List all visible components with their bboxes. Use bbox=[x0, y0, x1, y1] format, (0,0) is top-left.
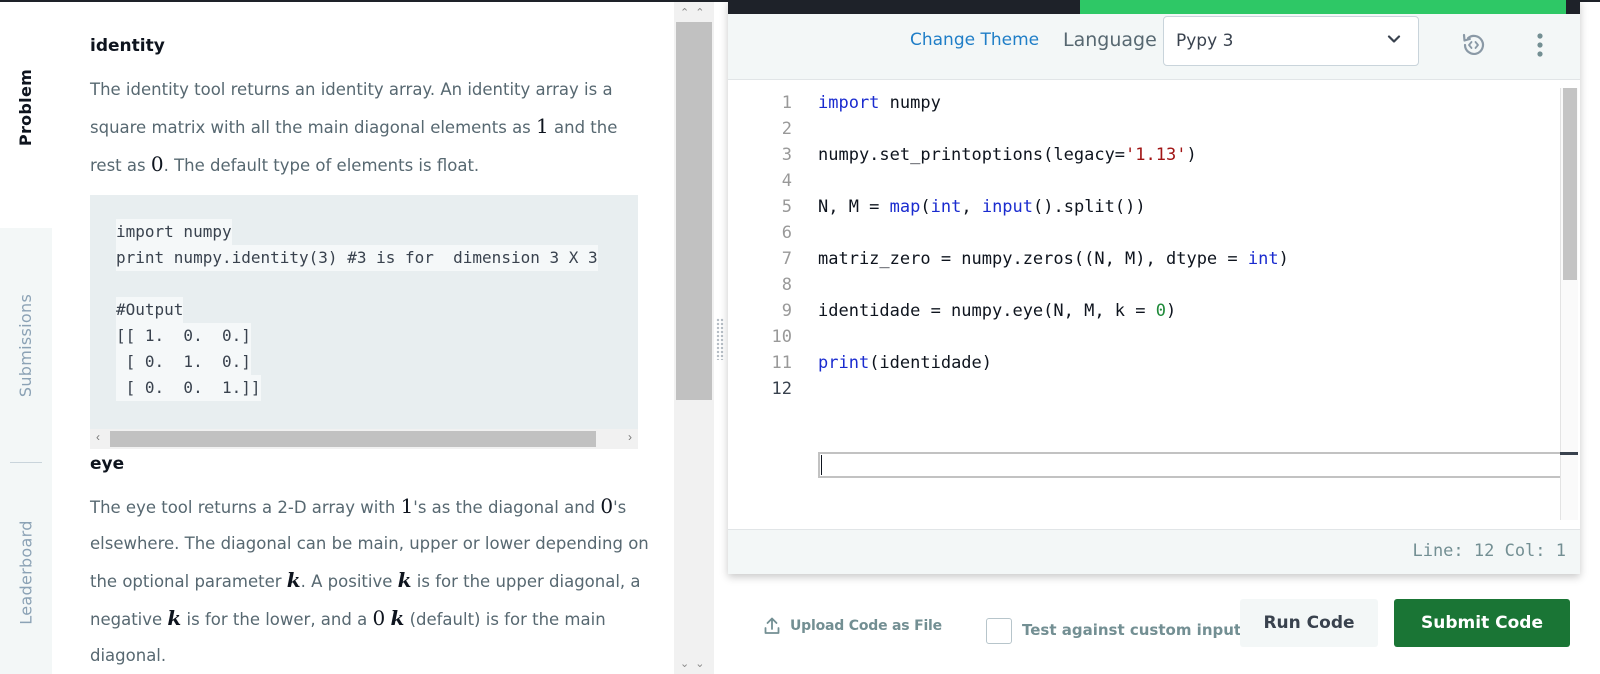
line-number: 2 bbox=[781, 119, 792, 139]
restore-code-icon[interactable] bbox=[1458, 30, 1488, 60]
code-line[interactable] bbox=[818, 168, 1289, 194]
problem-panel: identity The identity tool returns an id… bbox=[52, 2, 674, 674]
tab-submissions[interactable]: Submissions bbox=[0, 250, 52, 440]
code-lines[interactable]: import numpy numpy.set_printoptions(lega… bbox=[818, 90, 1289, 402]
code-line[interactable]: print(identidade) bbox=[818, 350, 1289, 376]
cursor-position-status: Line: 12 Col: 1 bbox=[1412, 541, 1566, 561]
tab-divider bbox=[10, 462, 42, 463]
identity-description: The identity tool returns an identity ar… bbox=[90, 80, 618, 176]
line-number: 5 bbox=[781, 197, 792, 217]
scroll-up-arrow-icon[interactable]: ⌃⌃ bbox=[680, 6, 710, 19]
eye-description: The eye tool returns a 2-D array with 1'… bbox=[90, 494, 649, 665]
custom-input-label[interactable]: Test against custom input bbox=[1022, 621, 1241, 639]
code-line[interactable] bbox=[818, 324, 1289, 350]
problem-scroll-thumb[interactable] bbox=[676, 22, 712, 400]
progress-track bbox=[728, 0, 1580, 14]
section-heading-identity: identity bbox=[90, 36, 165, 56]
section-heading-eye: eye bbox=[90, 454, 125, 474]
code-example-text: import numpy print numpy.identity(3) #3 i… bbox=[116, 219, 598, 401]
line-number: 9 bbox=[781, 301, 792, 321]
cursor-position-marker bbox=[1560, 452, 1578, 455]
code-line[interactable]: N, M = map(int, input().split()) bbox=[818, 194, 1289, 220]
submit-code-button[interactable]: Submit Code bbox=[1394, 599, 1570, 647]
text-cursor bbox=[821, 455, 822, 475]
editor-statusbar: Line: 12 Col: 1 bbox=[728, 529, 1580, 574]
problem-scrollbar[interactable]: ⌃⌃ ⌄⌄ bbox=[674, 2, 714, 674]
code-line[interactable]: import numpy bbox=[818, 90, 1289, 116]
line-number-current: 12 bbox=[771, 379, 792, 399]
language-select[interactable]: Pypy 3 bbox=[1163, 16, 1419, 66]
code-example-hscrollbar[interactable]: ‹ › bbox=[90, 429, 638, 449]
scroll-right-arrow-icon[interactable]: › bbox=[628, 430, 632, 444]
line-number: 8 bbox=[781, 275, 792, 295]
line-number: 3 bbox=[781, 145, 792, 165]
chevron-down-icon bbox=[1387, 35, 1401, 43]
tab-leaderboard[interactable]: Leaderboard bbox=[0, 482, 52, 662]
scroll-left-arrow-icon[interactable]: ‹ bbox=[96, 430, 100, 444]
editor-scrollbar[interactable] bbox=[1560, 88, 1578, 520]
tab-problem[interactable]: Problem bbox=[0, 22, 52, 192]
code-line[interactable]: numpy.set_printoptions(legacy='1.13') bbox=[818, 142, 1289, 168]
language-value: Pypy 3 bbox=[1176, 31, 1234, 51]
change-theme-link[interactable]: Change Theme bbox=[910, 30, 1039, 50]
line-number: 6 bbox=[781, 223, 792, 243]
line-number: 1 bbox=[781, 93, 792, 113]
upload-code-button[interactable]: Upload Code as File bbox=[764, 617, 942, 635]
line-number: 7 bbox=[781, 249, 792, 269]
line-number: 10 bbox=[771, 327, 792, 347]
scroll-down-arrow-icon[interactable]: ⌄⌄ bbox=[680, 657, 710, 670]
code-example-block: import numpy print numpy.identity(3) #3 i… bbox=[90, 195, 638, 449]
line-number: 4 bbox=[781, 171, 792, 191]
language-label: Language bbox=[1063, 29, 1157, 51]
editor-toolbar: Change Theme Language Pypy 3 bbox=[728, 14, 1580, 80]
upload-icon bbox=[764, 617, 780, 634]
code-line[interactable] bbox=[818, 272, 1289, 298]
custom-input-checkbox[interactable] bbox=[986, 618, 1012, 644]
hscroll-thumb[interactable] bbox=[110, 431, 596, 447]
run-code-button[interactable]: Run Code bbox=[1240, 599, 1378, 647]
code-line[interactable] bbox=[818, 116, 1289, 142]
code-editor-panel: Change Theme Language Pypy 3 1 2 3 4 5 6… bbox=[728, 0, 1580, 574]
active-line-highlight bbox=[818, 452, 1576, 478]
code-editor[interactable]: 1 2 3 4 5 6 7 8 9 10 11 12 import numpy … bbox=[728, 80, 1580, 529]
code-line[interactable] bbox=[818, 220, 1289, 246]
progress-fill bbox=[1080, 0, 1566, 14]
line-number: 11 bbox=[771, 353, 792, 373]
code-line[interactable]: identidade = numpy.eye(N, M, k = 0) bbox=[818, 298, 1289, 324]
editor-scroll-thumb[interactable] bbox=[1563, 88, 1577, 280]
code-line[interactable] bbox=[818, 376, 1289, 402]
panel-resize-handle[interactable] bbox=[716, 318, 724, 360]
line-number-gutter: 1 2 3 4 5 6 7 8 9 10 11 12 bbox=[728, 90, 792, 402]
more-vertical-icon[interactable] bbox=[1530, 30, 1550, 60]
code-line[interactable]: matriz_zero = numpy.zeros((N, M), dtype … bbox=[818, 246, 1289, 272]
